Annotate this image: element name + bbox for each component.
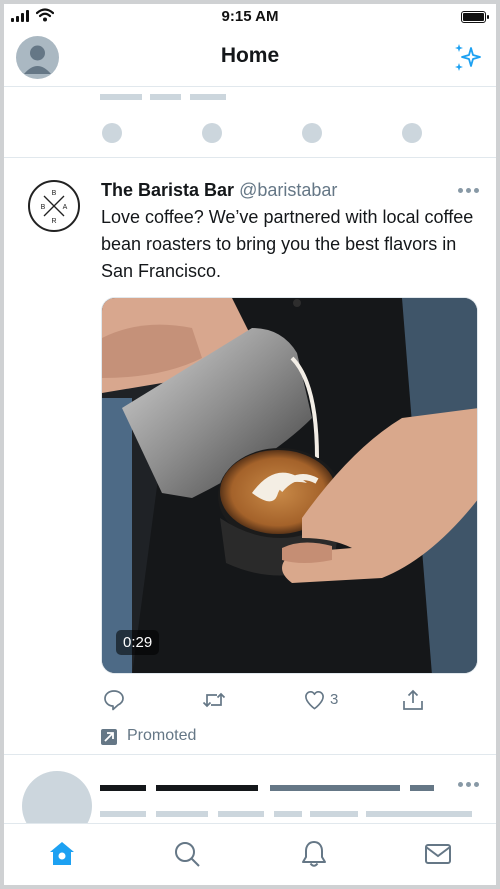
skeleton-bar bbox=[274, 811, 302, 817]
svg-text:A: A bbox=[63, 204, 68, 211]
video-duration-badge: 0:29 bbox=[116, 630, 160, 655]
skeleton-bar bbox=[218, 811, 264, 817]
share-icon[interactable] bbox=[401, 688, 425, 712]
page-title: Home bbox=[220, 44, 280, 67]
top-nav-bar: Home bbox=[4, 30, 496, 87]
sparkle-icon[interactable] bbox=[452, 42, 484, 74]
more-options-icon[interactable] bbox=[458, 782, 480, 788]
skeleton-bar bbox=[270, 785, 400, 791]
skeleton-bar bbox=[366, 811, 472, 817]
latte-art-video-thumbnail bbox=[102, 298, 477, 673]
skeleton-bar bbox=[156, 785, 258, 791]
battery-icon bbox=[461, 11, 489, 23]
skeleton-bar bbox=[100, 811, 146, 817]
video-player[interactable]: 0:29 bbox=[101, 297, 478, 674]
skeleton-bar bbox=[310, 811, 358, 817]
skeleton-bar bbox=[100, 94, 142, 100]
author-handle[interactable]: @baristabar bbox=[239, 180, 337, 200]
bottom-tab-bar bbox=[4, 823, 496, 885]
messages-icon[interactable] bbox=[423, 839, 453, 869]
reply-icon[interactable] bbox=[103, 688, 125, 712]
skeleton-bar bbox=[190, 94, 226, 100]
skeleton-bar bbox=[100, 785, 146, 791]
skeleton-tweet-actions bbox=[4, 87, 496, 158]
notifications-icon[interactable] bbox=[299, 839, 329, 869]
status-bar: 9:15 AM bbox=[4, 4, 496, 30]
skeleton-tweet bbox=[4, 755, 496, 823]
skeleton-dot bbox=[202, 123, 222, 143]
skeleton-dot bbox=[302, 123, 322, 143]
skeleton-dot bbox=[102, 123, 122, 143]
promoted-label: Promoted bbox=[127, 727, 197, 744]
svg-text:R: R bbox=[51, 218, 56, 225]
skeleton-bar bbox=[156, 811, 208, 817]
author-display-name[interactable]: The Barista Bar bbox=[101, 180, 234, 200]
tweet-author[interactable]: The Barista Bar @baristabar bbox=[101, 180, 337, 201]
promoted-arrow-icon bbox=[101, 729, 117, 745]
status-time: 9:15 AM bbox=[221, 8, 279, 25]
tweet-text: Love coffee? We’ve partnered with local … bbox=[101, 207, 474, 281]
skeleton-avatar bbox=[22, 771, 92, 823]
svg-text:B: B bbox=[41, 204, 46, 211]
promoted-tweet[interactable]: B B A R The Barista Bar @baristabar Love… bbox=[4, 158, 496, 755]
skeleton-bar bbox=[410, 785, 434, 791]
phone-screen: 9:15 AM Home B B A R The Barista Bar @ba… bbox=[4, 4, 496, 885]
like-count: 3 bbox=[330, 691, 339, 708]
tweet-actions: 3 bbox=[101, 688, 431, 712]
more-options-icon[interactable] bbox=[458, 188, 480, 194]
barista-bar-logo[interactable]: B B A R bbox=[28, 180, 80, 232]
svg-text:B: B bbox=[52, 190, 57, 197]
skeleton-dot bbox=[402, 123, 422, 143]
home-icon[interactable] bbox=[47, 839, 77, 869]
like-icon[interactable] bbox=[303, 688, 326, 712]
skeleton-bar bbox=[150, 94, 181, 100]
retweet-icon[interactable] bbox=[202, 688, 226, 712]
search-icon[interactable] bbox=[172, 839, 202, 869]
